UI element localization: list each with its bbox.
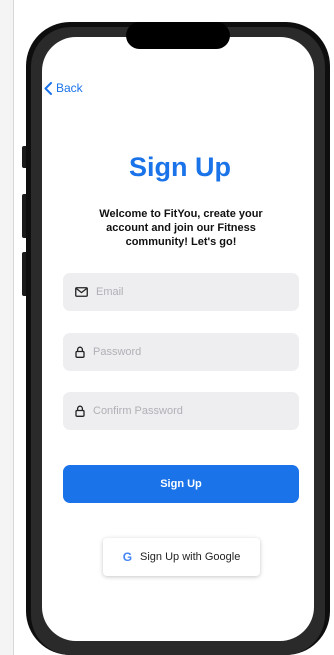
sign-up-button[interactable]: Sign Up	[63, 465, 299, 503]
chevron-left-icon	[44, 81, 52, 95]
confirm-password-input[interactable]	[91, 404, 275, 418]
confirm-password-field[interactable]	[63, 392, 299, 430]
welcome-text: Welcome to FitYou, create your account a…	[99, 208, 263, 248]
password-input[interactable]	[91, 345, 275, 359]
back-label: Back	[56, 81, 83, 95]
email-input[interactable]	[94, 285, 278, 299]
envelope-icon	[75, 287, 88, 297]
email-field[interactable]	[63, 273, 299, 311]
back-button[interactable]: Back	[44, 81, 83, 95]
google-icon: G	[122, 550, 133, 564]
google-sign-up-label: Sign Up with Google	[140, 551, 241, 563]
page-title: Sign Up	[129, 152, 231, 182]
lock-icon	[75, 405, 85, 417]
dynamic-island	[126, 22, 230, 49]
google-sign-up-button[interactable]: G Sign Up with Google	[103, 538, 260, 576]
lock-icon	[75, 346, 85, 358]
password-field[interactable]	[63, 333, 299, 371]
